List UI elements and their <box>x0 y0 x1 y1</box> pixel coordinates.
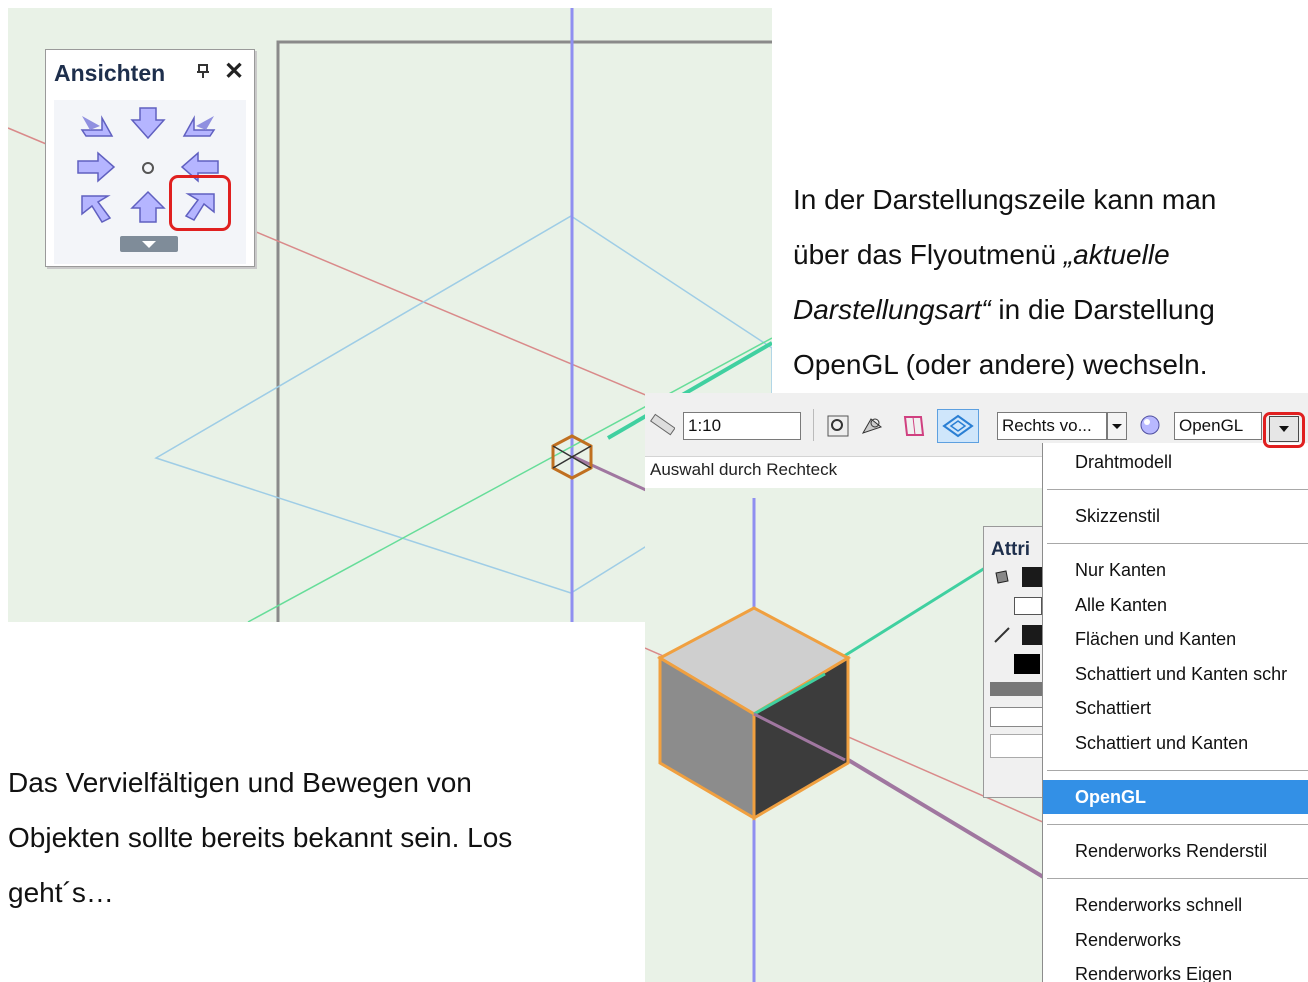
caption-line-2-text: über das Flyoutmenü <box>793 239 1064 270</box>
close-icon[interactable]: ✕ <box>224 57 244 86</box>
render-mode-select[interactable]: OpenGL <box>1174 412 1262 440</box>
status-text: Auswahl durch Rechteck <box>650 460 838 479</box>
paint-bucket-icon[interactable] <box>992 567 1012 587</box>
menu-item-alle-kanten[interactable]: Alle Kanten <box>1075 595 1167 616</box>
opacity-bar[interactable] <box>990 682 1042 696</box>
view-top-icon[interactable] <box>126 148 170 186</box>
menu-item-drahtmodell[interactable]: Drahtmodell <box>1075 452 1172 473</box>
pin-icon[interactable] <box>196 64 210 81</box>
pen-style-swatch[interactable] <box>1014 654 1040 674</box>
fill-color-swatch[interactable] <box>1022 567 1042 587</box>
menu-separator <box>1047 543 1308 544</box>
menu-item-schattiert-und-kanten[interactable]: Schattiert und Kanten <box>1075 733 1248 754</box>
caption-line-3: Darstellungsart“ in die Darstellung <box>793 282 1293 337</box>
menu-item-flaechen-und-kanten[interactable]: Flächen und Kanten <box>1075 629 1236 650</box>
menu-item-renderworks-renderstil[interactable]: Renderworks Renderstil <box>1075 841 1267 862</box>
menu-item-schattiert-und-kanten-schr[interactable]: Schattiert und Kanten schr <box>1075 664 1287 685</box>
menu-item-schattiert[interactable]: Schattiert <box>1075 698 1151 719</box>
view-bar-screenshot: 1:10 Rechts vo... OpenGL Auswahl durch R… <box>645 393 1308 982</box>
light-source-icon[interactable] <box>1137 411 1163 437</box>
planar-view-button[interactable] <box>937 409 979 443</box>
view-front-left-icon[interactable] <box>74 106 118 144</box>
chevron-down-icon <box>142 241 156 248</box>
plane-view-icon <box>942 414 974 438</box>
caption-line-1: In der Darstellungszeile kann man <box>793 184 1217 215</box>
caption-instructions: In der Darstellungszeile kann man über d… <box>793 172 1293 392</box>
caption-line-2: über das Flyoutmenü „aktuelle <box>793 227 1293 282</box>
views-palette[interactable]: Ansichten ✕ <box>45 49 255 267</box>
palette-expand-button[interactable] <box>120 236 178 252</box>
scale-field[interactable]: 1:10 <box>683 412 801 440</box>
attributes-title: Attri <box>991 539 1031 560</box>
menu-item-opengl[interactable]: OpenGL <box>1043 780 1308 814</box>
caption-line-3-text: in die Darstellung <box>990 294 1215 325</box>
view-left-icon[interactable] <box>74 148 118 186</box>
chevron-down-icon <box>1112 424 1122 429</box>
fill-pattern-swatch[interactable] <box>1014 597 1042 615</box>
menu-separator <box>1047 489 1308 490</box>
menu-item-renderworks-eigen[interactable]: Renderworks Eigen <box>1075 964 1232 982</box>
highlight-back-right-view <box>169 175 231 231</box>
caption-bottom-line-1: Das Vervielfältigen und Bewegen von <box>8 767 472 798</box>
view-front-icon[interactable] <box>126 104 170 142</box>
render-mode-menu: Drahtmodell Skizzenstil Nur Kanten Alle … <box>1042 443 1308 982</box>
caption-bottom-line-2: Objekten sollte bereits bekannt sein. Lo… <box>8 822 513 853</box>
menu-item-renderworks[interactable]: Renderworks <box>1075 930 1181 951</box>
caption-line-2-italic: „aktuelle <box>1063 239 1170 270</box>
caption-bottom-line-3: geht´s… <box>8 877 114 908</box>
caption-intro: Das Vervielfältigen und Bewegen von Obje… <box>8 755 628 920</box>
caption-line-3-italic: Darstellungsart“ <box>793 294 991 325</box>
menu-separator <box>1047 770 1308 771</box>
view-front-right-icon[interactable] <box>178 106 222 144</box>
pen-icon[interactable] <box>992 625 1012 645</box>
menu-item-nur-kanten[interactable]: Nur Kanten <box>1075 560 1166 581</box>
flyover-tool-icon[interactable] <box>859 413 885 439</box>
view-select-dropdown[interactable] <box>1107 412 1127 440</box>
line-thickness-field[interactable] <box>990 707 1044 727</box>
ruler-icon[interactable] <box>649 411 675 437</box>
working-plane-icon[interactable] <box>901 413 927 439</box>
view-select[interactable]: Rechts vo... <box>997 412 1107 440</box>
view-back-icon[interactable] <box>126 188 170 226</box>
menu-separator <box>1047 878 1308 879</box>
zoom-tool-icon[interactable] <box>825 413 851 439</box>
menu-separator <box>1047 824 1308 825</box>
toolbar-divider <box>813 409 814 441</box>
caption-line-4: OpenGL (oder andere) wechseln. <box>793 349 1208 380</box>
palette-title: Ansichten <box>54 60 166 86</box>
attributes-palette[interactable]: Attri <box>983 526 1045 798</box>
highlight-render-dropdown <box>1263 412 1305 448</box>
pen-color-swatch[interactable] <box>1022 625 1042 645</box>
toolbar-bottom-border <box>645 456 1045 457</box>
view-back-left-icon[interactable] <box>74 188 118 226</box>
menu-item-skizzenstil[interactable]: Skizzenstil <box>1075 506 1160 527</box>
menu-item-renderworks-schnell[interactable]: Renderworks schnell <box>1075 895 1242 916</box>
line-style-field[interactable] <box>990 734 1044 758</box>
